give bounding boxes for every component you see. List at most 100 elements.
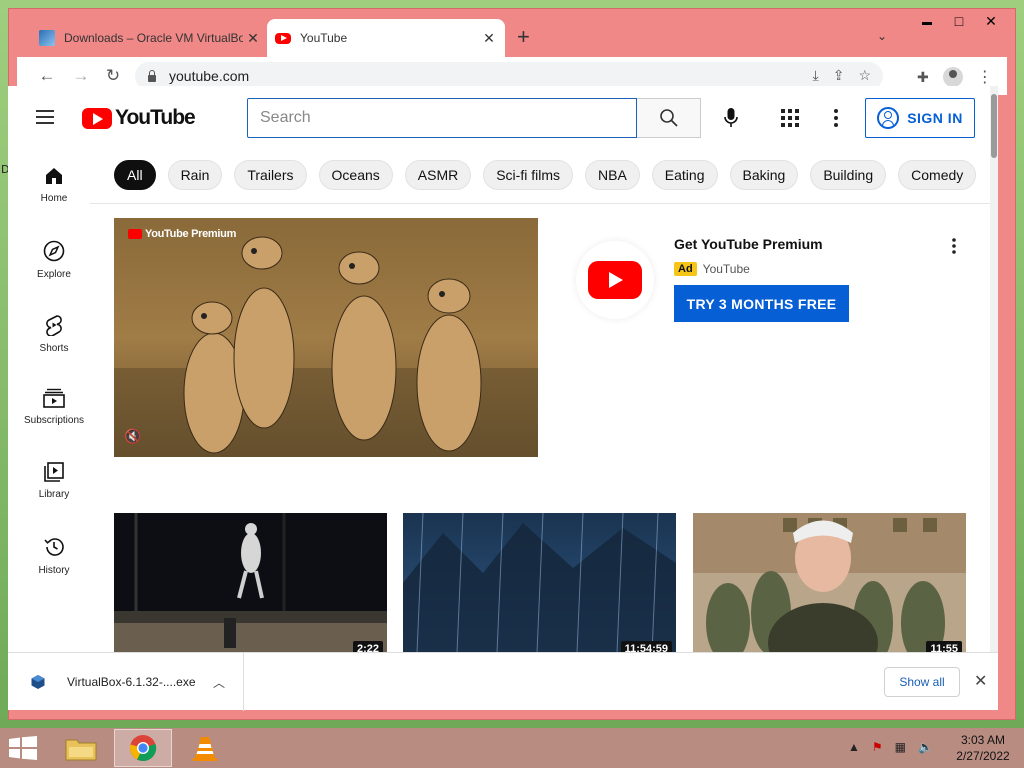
virtualbox-cube-icon	[31, 675, 45, 689]
youtube-icon	[275, 32, 291, 44]
video-thumbnail[interactable]: 2:22	[114, 513, 387, 652]
install-app-icon[interactable]: ⤓	[813, 67, 819, 84]
youtube-logo-text: YouTube	[115, 106, 196, 129]
taskbar-vlc[interactable]	[176, 729, 234, 767]
volume-muted-icon[interactable]: 🔈	[918, 740, 933, 754]
chip-comedy[interactable]: Comedy	[898, 160, 977, 190]
folder-icon	[65, 739, 97, 761]
youtube-logo-icon	[82, 107, 112, 129]
youtube-premium-icon	[128, 229, 142, 239]
settings-more-icon[interactable]	[824, 106, 848, 130]
tab-title: YouTube	[300, 31, 348, 45]
home-icon	[46, 168, 62, 184]
download-item[interactable]: VirtualBox-6.1.32-....exe ︿	[8, 653, 244, 711]
chip-baking[interactable]: Baking	[729, 160, 799, 190]
chip-trailers[interactable]: Trailers	[234, 160, 307, 190]
meerkats-thumbnail	[114, 218, 538, 457]
sidebar-item-shorts[interactable]: Shorts	[8, 296, 100, 366]
close-icon[interactable]: ✕	[974, 671, 987, 691]
show-hidden-icons-icon[interactable]: ▲	[848, 740, 860, 754]
page-scrollbar[interactable]	[990, 86, 998, 652]
sidebar-item-explore[interactable]: Explore	[8, 222, 100, 292]
tab-youtube[interactable]: YouTube ✕	[267, 19, 505, 57]
taskbar-file-explorer[interactable]	[52, 729, 110, 767]
sidebar-item-library[interactable]: Library	[8, 444, 100, 514]
sign-in-label: SIGN IN	[907, 110, 963, 126]
search-button[interactable]	[637, 98, 701, 138]
search-input[interactable]	[260, 109, 620, 127]
download-file-name: VirtualBox-6.1.32-....exe	[67, 675, 196, 689]
chip-nba[interactable]: NBA	[585, 160, 640, 190]
voice-search-button[interactable]	[711, 98, 751, 138]
extensions-puzzle-icon[interactable]: ✚	[917, 69, 929, 86]
youtube-page: YouTube Search SIGN IN Home Explore Shor…	[8, 86, 998, 652]
scrollbar-thumb[interactable]	[991, 94, 997, 158]
tab-virtualbox[interactable]: Downloads – Oracle VM VirtualBox ✕	[31, 19, 269, 57]
bookmark-star-icon[interactable]: ☆	[858, 67, 871, 84]
chip-asmr[interactable]: ASMR	[404, 160, 472, 190]
chip-eating[interactable]: Eating	[651, 160, 718, 190]
compass-icon	[43, 240, 65, 262]
taskbar-clock[interactable]: 3:03 AM 2/27/2022	[948, 732, 1018, 764]
ad-channel-avatar[interactable]	[576, 241, 654, 319]
tab-close-icon[interactable]: ✕	[243, 28, 263, 48]
sidebar-item-label: Library	[38, 489, 70, 500]
user-circle-icon	[877, 107, 900, 129]
profile-avatar-icon[interactable]	[942, 67, 963, 87]
ad-title[interactable]: Get YouTube Premium	[674, 236, 823, 252]
minimize-button[interactable]: ▬	[915, 17, 939, 28]
skatepark-night-image	[114, 513, 387, 652]
maximize-button[interactable]: □	[947, 13, 971, 29]
library-icon	[44, 462, 64, 482]
show-all-button[interactable]: Show all	[884, 667, 960, 697]
clock-date: 2/27/2022	[956, 749, 1010, 763]
subscriptions-icon	[43, 388, 65, 408]
video-duration: 2:22	[352, 641, 383, 652]
action-center-flag-icon[interactable]: ⚑	[872, 740, 883, 754]
url-text[interactable]: youtube.com	[169, 68, 249, 84]
new-tab-button[interactable]: +	[517, 26, 530, 48]
chip-rain[interactable]: Rain	[167, 160, 223, 190]
sidebar-item-home[interactable]: Home	[8, 148, 100, 218]
sidebar-item-label: Explore	[37, 269, 71, 280]
ad-channel-name: YouTube	[702, 262, 750, 276]
chip-all[interactable]: All	[114, 160, 156, 190]
shorts-icon	[46, 315, 62, 336]
sidebar-item-label: Home	[40, 193, 68, 204]
tab-close-icon[interactable]: ✕	[479, 28, 499, 48]
ad-cta-button[interactable]: TRY 3 MONTHS FREE	[674, 285, 849, 322]
video-duration: 11:54:59	[620, 641, 672, 652]
sidebar-item-subscriptions[interactable]: Subscriptions	[8, 370, 100, 440]
chip-scifi-films[interactable]: Sci-fi films	[483, 160, 573, 190]
taskbar: ▲ ⚑ ▦ 🔈 3:03 AM 2/27/2022	[0, 728, 1024, 768]
ad-more-options-icon[interactable]	[944, 236, 964, 256]
browser-menu-icon[interactable]: ⋮	[977, 67, 993, 87]
muted-speaker-icon[interactable]: 🔇	[124, 428, 141, 445]
share-icon[interactable]: ⇪	[833, 67, 845, 84]
taskbar-chrome[interactable]	[114, 729, 172, 767]
network-icon[interactable]: ▦	[895, 740, 906, 754]
hamburger-menu-icon[interactable]	[36, 110, 54, 124]
apps-grid-icon[interactable]	[778, 106, 802, 130]
chip-oceans[interactable]: Oceans	[318, 160, 393, 190]
download-bar: VirtualBox-6.1.32-....exe ︿ Show all ✕	[8, 652, 998, 711]
microphone-icon	[724, 108, 738, 127]
close-window-button[interactable]: ✕	[979, 13, 1003, 30]
sidebar-item-history[interactable]: History	[8, 518, 100, 588]
system-tray: ▲ ⚑ ▦ 🔈	[848, 740, 933, 754]
ad-video-label: YouTube Premium	[128, 228, 236, 240]
search-box[interactable]	[247, 98, 637, 138]
ad-video-player[interactable]: YouTube Premium 🔇	[114, 218, 538, 457]
youtube-header: YouTube Search SIGN IN	[8, 86, 990, 148]
video-thumbnail[interactable]: 11:54:59	[403, 513, 676, 652]
virtualbox-icon	[39, 30, 55, 46]
tab-search-chevron-icon[interactable]: ⌄	[877, 29, 887, 43]
filter-chips: All Rain Trailers Oceans ASMR Sci-fi fil…	[114, 160, 977, 192]
youtube-logo[interactable]: YouTube	[82, 106, 196, 130]
video-thumbnail[interactable]: 11:55	[693, 513, 966, 652]
chevron-up-icon[interactable]: ︿	[213, 674, 229, 691]
windows-start-icon[interactable]	[8, 736, 38, 760]
history-icon	[44, 538, 64, 556]
chip-building[interactable]: Building	[810, 160, 887, 190]
sign-in-button[interactable]: SIGN IN	[865, 98, 975, 138]
